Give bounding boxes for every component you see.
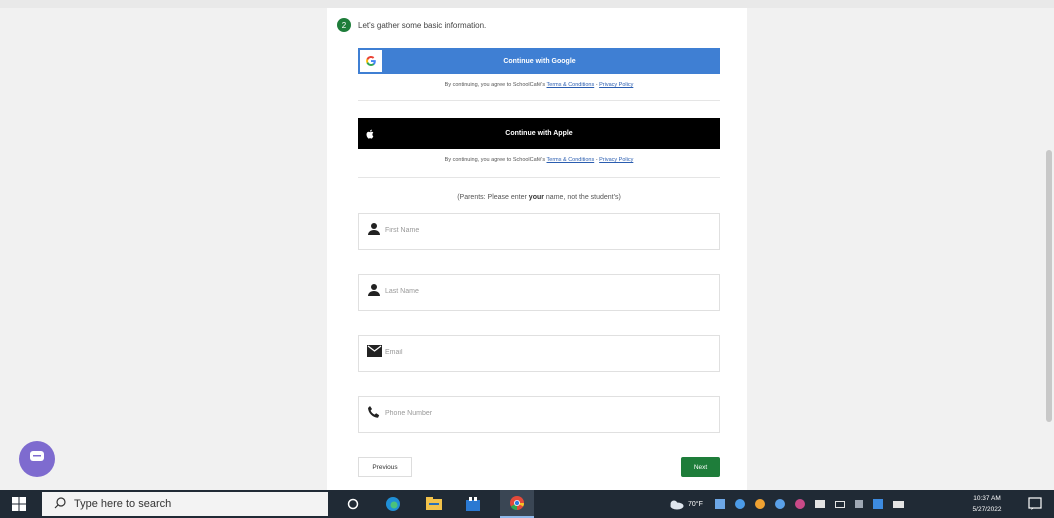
taskbar-search-placeholder: Type here to search: [74, 498, 172, 510]
parents-instruction: (Parents: Please enter your name, not th…: [358, 194, 720, 201]
store-icon[interactable]: [463, 494, 483, 514]
google-button-label: Continue with Google: [503, 57, 576, 65]
page-scrollbar[interactable]: [1046, 150, 1052, 422]
phone-input[interactable]: [385, 410, 705, 417]
tray-app-icon[interactable]: [734, 499, 745, 509]
tray-app-icon[interactable]: [774, 499, 785, 509]
edge-icon[interactable]: [383, 494, 403, 514]
divider: [358, 100, 720, 101]
privacy-link[interactable]: Privacy Policy: [599, 157, 633, 163]
browser-top-strip: [0, 0, 1054, 8]
system-clock[interactable]: 10:37 AM 5/27/2022: [964, 493, 1010, 515]
search-icon: [54, 496, 66, 512]
divider: [358, 177, 720, 178]
continue-with-apple-button[interactable]: Continue with Apple: [358, 118, 720, 149]
notification-icon[interactable]: [1028, 497, 1042, 511]
terms-link[interactable]: Terms & Conditions: [547, 157, 595, 163]
clock-date: 5/27/2022: [972, 506, 1002, 513]
terms-prefix: By continuing, you agree to SchoolCafé's: [444, 157, 546, 163]
envelope-icon: [367, 344, 382, 358]
battery-icon[interactable]: [834, 500, 845, 508]
step-header: 2 Let's gather some basic information.: [337, 18, 486, 32]
email-field[interactable]: [358, 335, 720, 372]
person-icon: [367, 222, 381, 236]
volume-icon[interactable]: [854, 500, 863, 508]
google-terms-text: By continuing, you agree to SchoolCafé's…: [358, 82, 720, 88]
chrome-icon[interactable]: [500, 490, 534, 518]
tray-app-icon[interactable]: [794, 499, 805, 509]
step-text: Let's gather some basic information.: [358, 20, 487, 30]
phone-field[interactable]: [358, 396, 720, 433]
weather-icon[interactable]: [668, 499, 684, 510]
first-name-field[interactable]: [358, 213, 720, 250]
email-input[interactable]: [385, 349, 705, 356]
tray-app-icon[interactable]: [714, 499, 725, 509]
file-explorer-icon[interactable]: [424, 494, 444, 514]
signup-card: 2 Let's gather some basic information. C…: [327, 8, 747, 490]
parents-text-pre: (Parents: Please enter: [457, 194, 529, 201]
tray-app-icon[interactable]: [754, 499, 765, 509]
parents-text-post: name, not the student's): [543, 194, 621, 201]
clock-time: 10:37 AM: [973, 495, 1001, 502]
step-badge: 2: [337, 18, 351, 32]
chat-widget-button[interactable]: [19, 441, 55, 477]
chat-icon: [29, 450, 45, 469]
task-view-icon[interactable]: [343, 494, 363, 514]
continue-with-google-button[interactable]: Continue with Google: [358, 48, 720, 74]
person-icon: [367, 283, 381, 297]
apple-icon: [358, 129, 380, 139]
privacy-link[interactable]: Privacy Policy: [599, 82, 633, 88]
parents-text-bold: your: [528, 194, 544, 201]
next-button[interactable]: Next: [681, 457, 720, 477]
phone-icon: [367, 405, 381, 419]
windows-taskbar: Type here to search 70°F 10:37 AM 5/27/2…: [0, 490, 1054, 518]
taskbar-search-box[interactable]: Type here to search: [42, 492, 328, 516]
first-name-input[interactable]: [385, 227, 705, 234]
google-icon: [360, 50, 382, 72]
tray-app-icon[interactable]: [872, 499, 883, 509]
network-icon[interactable]: [814, 500, 825, 508]
windows-icon[interactable]: [12, 497, 26, 511]
last-name-field[interactable]: [358, 274, 720, 311]
system-tray: 70°F: [668, 490, 904, 518]
terms-link[interactable]: Terms & Conditions: [547, 82, 595, 88]
terms-prefix: By continuing, you agree to SchoolCafé's: [444, 82, 546, 88]
apple-button-label: Continue with Apple: [505, 130, 573, 137]
apple-terms-text: By continuing, you agree to SchoolCafé's…: [358, 157, 720, 163]
temperature-readout: 70°F: [688, 500, 703, 508]
last-name-input[interactable]: [385, 288, 705, 295]
previous-button[interactable]: Previous: [358, 457, 412, 477]
keyboard-icon[interactable]: [892, 500, 904, 508]
